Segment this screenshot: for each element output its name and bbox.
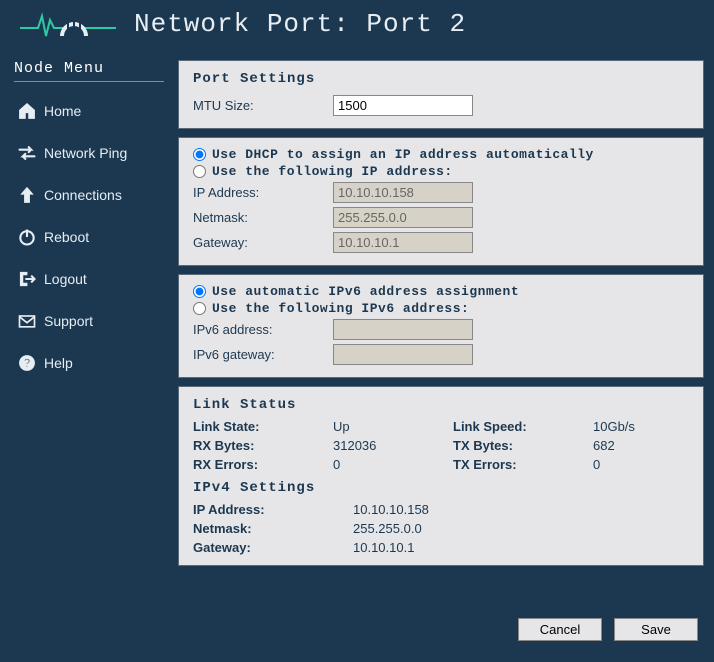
page-title: Network Port: Port 2: [134, 9, 466, 39]
link-status-heading: Link Status: [193, 397, 689, 413]
sidebar-item-label: Support: [44, 313, 93, 329]
sidebar-item-label: Home: [44, 103, 81, 119]
ipv4-config-panel: Use DHCP to assign an IP address automat…: [178, 137, 704, 266]
sidebar-item-home[interactable]: Home: [14, 90, 164, 132]
rx-errors-value: 0: [333, 457, 453, 472]
arrows-icon: [16, 142, 38, 164]
mtu-input[interactable]: [333, 95, 473, 116]
ipv6-address-label: IPv6 address:: [193, 322, 333, 337]
sidebar-item-logout[interactable]: Logout: [14, 258, 164, 300]
sidebar-item-network-ping[interactable]: Network Ping: [14, 132, 164, 174]
power-icon: [16, 226, 38, 248]
link-speed-value: 10Gb/s: [593, 419, 693, 434]
mtu-label: MTU Size:: [193, 98, 333, 113]
netmask-label: Netmask:: [193, 210, 333, 225]
sidebar-item-label: Network Ping: [44, 145, 127, 161]
radio-static-ipv6[interactable]: [193, 302, 206, 315]
ipv4-netmask-label: Netmask:: [193, 521, 353, 536]
port-settings-panel: Port Settings MTU Size:: [178, 60, 704, 129]
footer: Cancel Save: [0, 610, 714, 653]
home-icon: [16, 100, 38, 122]
radio-auto-ipv6-label: Use automatic IPv6 address assignment: [212, 284, 519, 299]
sidebar-heading: Node Menu: [14, 60, 164, 82]
link-speed-label: Link Speed:: [453, 419, 593, 434]
tx-bytes-label: TX Bytes:: [453, 438, 593, 453]
arrow-up-icon: [16, 184, 38, 206]
sidebar-item-label: Reboot: [44, 229, 89, 245]
cancel-button[interactable]: Cancel: [518, 618, 602, 641]
logo: [20, 6, 116, 42]
link-status-panel: Link Status Link State: Up Link Speed: 1…: [178, 386, 704, 566]
tx-errors-label: TX Errors:: [453, 457, 593, 472]
rx-bytes-label: RX Bytes:: [193, 438, 333, 453]
ipv4-ip-label: IP Address:: [193, 502, 353, 517]
ipv6-address-input[interactable]: [333, 319, 473, 340]
radio-dhcp[interactable]: [193, 148, 206, 161]
ipv4-gateway-label: Gateway:: [193, 540, 353, 555]
content: Port Settings MTU Size: Use DHCP to assi…: [178, 60, 704, 610]
svg-text:?: ?: [23, 357, 30, 370]
ipv6-gateway-input[interactable]: [333, 344, 473, 365]
ipv6-config-panel: Use automatic IPv6 address assignment Us…: [178, 274, 704, 378]
ipv4-ip-value: 10.10.10.158: [353, 502, 553, 517]
ipv6-gateway-label: IPv6 gateway:: [193, 347, 333, 362]
ipv4-settings-heading: IPv4 Settings: [193, 480, 689, 496]
sidebar-item-help[interactable]: ? Help: [14, 342, 164, 384]
header: Network Port: Port 2: [0, 0, 714, 50]
radio-static-ipv4-label: Use the following IP address:: [212, 164, 453, 179]
radio-static-ipv6-label: Use the following IPv6 address:: [212, 301, 469, 316]
sidebar-item-reboot[interactable]: Reboot: [14, 216, 164, 258]
ip-address-label: IP Address:: [193, 185, 333, 200]
radio-auto-ipv6[interactable]: [193, 285, 206, 298]
link-state-value: Up: [333, 419, 453, 434]
gateway-input[interactable]: [333, 232, 473, 253]
ip-address-input[interactable]: [333, 182, 473, 203]
tx-errors-value: 0: [593, 457, 693, 472]
mail-icon: [16, 310, 38, 332]
help-icon: ?: [16, 352, 38, 374]
netmask-input[interactable]: [333, 207, 473, 228]
sidebar-item-label: Connections: [44, 187, 122, 203]
link-state-label: Link State:: [193, 419, 333, 434]
sidebar: Node Menu Home Network Ping Connections: [14, 60, 164, 610]
rx-errors-label: RX Errors:: [193, 457, 333, 472]
ipv4-gateway-value: 10.10.10.1: [353, 540, 553, 555]
sidebar-item-connections[interactable]: Connections: [14, 174, 164, 216]
radio-static-ipv4[interactable]: [193, 165, 206, 178]
ipv4-netmask-value: 255.255.0.0: [353, 521, 553, 536]
save-button[interactable]: Save: [614, 618, 698, 641]
tx-bytes-value: 682: [593, 438, 693, 453]
sidebar-item-label: Logout: [44, 271, 87, 287]
sidebar-item-label: Help: [44, 355, 73, 371]
radio-dhcp-label: Use DHCP to assign an IP address automat…: [212, 147, 594, 162]
logout-icon: [16, 268, 38, 290]
sidebar-item-support[interactable]: Support: [14, 300, 164, 342]
port-settings-heading: Port Settings: [193, 71, 689, 87]
rx-bytes-value: 312036: [333, 438, 453, 453]
gateway-label: Gateway:: [193, 235, 333, 250]
